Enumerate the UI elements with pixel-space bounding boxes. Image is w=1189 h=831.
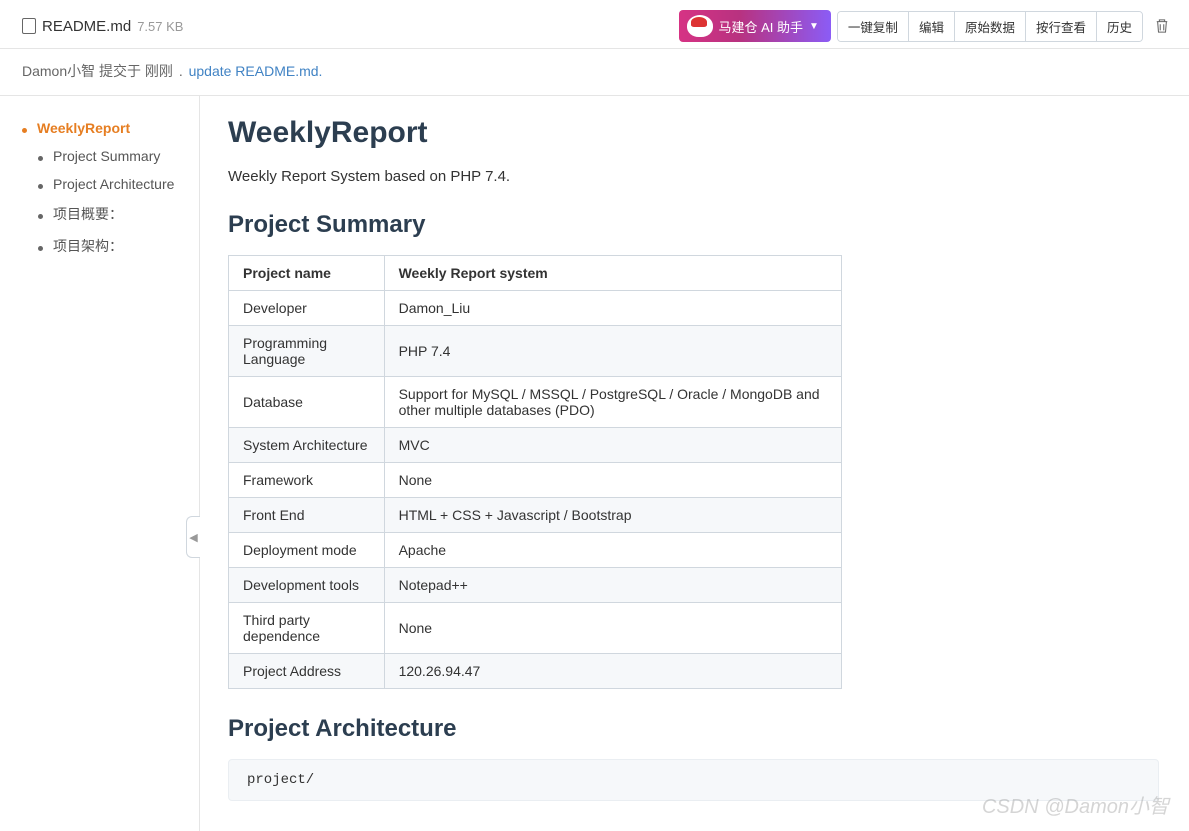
table-header-cell: Weekly Report system [384,256,841,291]
table-cell-key: System Architecture [229,428,385,463]
chevron-down-icon: ▼ [809,21,819,32]
table-cell-key: Framework [229,463,385,498]
ai-mascot-icon [687,15,713,37]
toc-item-label: 项目概要： [53,204,123,224]
ai-assistant-button[interactable]: 马建仓 AI 助手 ▼ [679,10,831,42]
toc-list: WeeklyReport Project Summary Project Archi… [10,114,189,262]
table-cell-value: HTML + CSS + Javascript / Bootstrap [384,498,841,533]
table-cell-value: 120.26.94.47 [384,654,841,689]
table-row: FrameworkNone [229,463,842,498]
table-cell-value: Support for MySQL / MSSQL / PostgreSQL /… [384,377,841,428]
table-row: DatabaseSupport for MySQL / MSSQL / Post… [229,377,842,428]
toc-item-label: WeeklyReport [37,120,130,136]
bullet-icon [38,246,43,251]
trash-icon[interactable] [1155,18,1169,34]
ai-button-label: 马建仓 AI 助手 [719,17,804,36]
edit-button[interactable]: 编辑 [909,12,955,41]
table-cell-key: Developer [229,291,385,326]
commit-separator: . [179,63,183,79]
bullet-icon [38,184,43,189]
sidebar-collapse-handle[interactable]: ◀ [186,516,200,558]
table-cell-value: Notepad++ [384,568,841,603]
doc-title: WeeklyReport [228,116,1159,150]
toc-item[interactable]: 项目概要： [10,198,189,230]
table-row: DeveloperDamon_Liu [229,291,842,326]
table-header-cell: Project name [229,256,385,291]
raw-button[interactable]: 原始数据 [955,12,1026,41]
table-cell-key: Project Address [229,654,385,689]
code-block: project/ [228,759,1159,801]
table-row: System ArchitectureMVC [229,428,842,463]
table-row: Programming LanguagePHP 7.4 [229,326,842,377]
table-cell-key: Deployment mode [229,533,385,568]
commit-info-bar: Damon小智 提交于 刚刚 . update README.md. [0,49,1189,96]
bullet-icon [38,156,43,161]
file-header: README.md 7.57 KB 马建仓 AI 助手 ▼ 一键复制 编辑 原始… [0,0,1189,49]
table-cell-key: Database [229,377,385,428]
table-cell-value: Apache [384,533,841,568]
commit-time: 刚刚 [145,63,173,79]
commit-message-link[interactable]: update README.md. [189,63,323,79]
action-button-group: 一键复制 编辑 原始数据 按行查看 历史 [837,11,1143,42]
table-row: Development toolsNotepad++ [229,568,842,603]
file-info: README.md 7.57 KB [22,18,183,35]
table-cell-key: Front End [229,498,385,533]
table-cell-value: MVC [384,428,841,463]
toc-item[interactable]: 项目架构： [10,230,189,262]
toc-item-label: 项目架构： [53,236,123,256]
file-name: README.md [42,18,131,35]
readme-content: WeeklyReport Weekly Report System based … [200,96,1189,831]
architecture-heading: Project Architecture [228,715,1159,743]
table-row: Project Address120.26.94.47 [229,654,842,689]
copy-button[interactable]: 一键复制 [838,12,909,41]
table-cell-value: PHP 7.4 [384,326,841,377]
table-row: Third party dependenceNone [229,603,842,654]
summary-heading: Project Summary [228,211,1159,239]
header-actions: 马建仓 AI 助手 ▼ 一键复制 编辑 原始数据 按行查看 历史 [679,10,1170,42]
table-cell-value: Damon_Liu [384,291,841,326]
toc-item[interactable]: Project Summary [10,142,189,170]
toc-item[interactable]: WeeklyReport [10,114,189,142]
doc-intro: Weekly Report System based on PHP 7.4. [228,168,1159,185]
table-row: Deployment modeApache [229,533,842,568]
table-cell-key: Programming Language [229,326,385,377]
file-size: 7.57 KB [137,19,183,34]
table-cell-key: Third party dependence [229,603,385,654]
toc-item[interactable]: Project Architecture [10,170,189,198]
summary-table: Project name Weekly Report system Develo… [228,255,842,689]
toc-item-label: Project Architecture [53,176,174,192]
table-cell-value: None [384,603,841,654]
file-icon [22,18,36,34]
table-row: Front EndHTML + CSS + Javascript / Boots… [229,498,842,533]
blame-button[interactable]: 按行查看 [1026,12,1097,41]
table-header-row: Project name Weekly Report system [229,256,842,291]
table-cell-key: Development tools [229,568,385,603]
toc-sidebar: WeeklyReport Project Summary Project Archi… [0,96,200,831]
commit-author[interactable]: Damon小智 [22,63,95,79]
bullet-icon [22,128,27,133]
code-line: project/ [247,772,314,788]
commit-submit-text: 提交于 [99,63,141,79]
table-cell-value: None [384,463,841,498]
toc-item-label: Project Summary [53,148,160,164]
bullet-icon [38,214,43,219]
history-button[interactable]: 历史 [1097,12,1142,41]
